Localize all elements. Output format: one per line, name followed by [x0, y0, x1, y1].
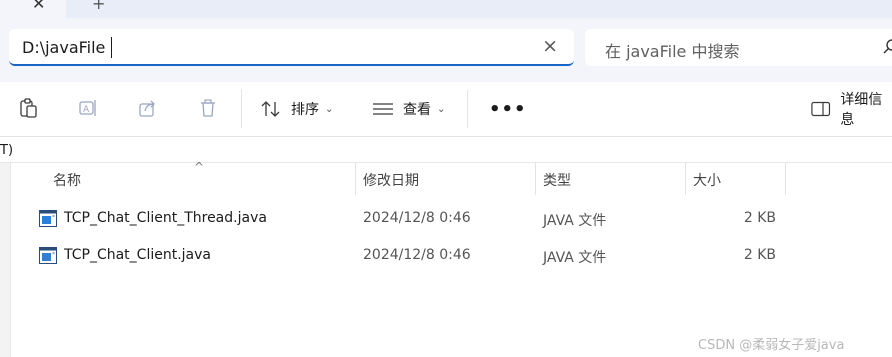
file-name: TCP_Chat_Client.java — [64, 247, 211, 263]
details-pane-button[interactable]: 详细信息 — [811, 92, 892, 128]
address-row: D:\javaFile × 在 javaFile 中搜索 — [0, 18, 892, 82]
column-header-size[interactable]: 大小 — [693, 170, 721, 190]
nav-pane-fragment: T) — [0, 143, 14, 158]
toolbar-separator — [241, 90, 242, 128]
watermark: CSDN @柔弱女子爱java — [698, 338, 845, 353]
view-label: 查看 — [403, 102, 431, 118]
text-caret — [111, 37, 112, 58]
view-icon — [373, 103, 393, 115]
details-label: 详细信息 — [840, 92, 883, 128]
search-icon[interactable] — [883, 38, 892, 56]
tab-strip: ✕ + — [0, 0, 892, 18]
list-item[interactable]: TCP_Chat_Client_Thread.java 2024/12/8 0:… — [30, 203, 790, 235]
file-type: JAVA 文件 — [543, 250, 607, 266]
sort-label: 排序 — [291, 102, 319, 118]
file-modified: 2024/12/8 0:46 — [363, 247, 471, 263]
column-divider[interactable] — [535, 163, 536, 195]
toolbar-separator — [467, 90, 468, 128]
more-options-icon[interactable]: ••• — [489, 99, 527, 120]
tab-close-icon[interactable]: ✕ — [32, 0, 45, 13]
nav-pane-edge[interactable] — [0, 163, 11, 357]
sort-button[interactable]: 排序 ⌄ — [260, 96, 333, 122]
column-header-name[interactable]: 名称 — [53, 170, 81, 190]
address-path[interactable]: D:\javaFile — [22, 38, 105, 57]
clear-icon[interactable]: × — [542, 35, 558, 57]
share-icon[interactable] — [138, 98, 158, 118]
active-tab[interactable]: ✕ — [0, 0, 66, 18]
java-file-icon — [39, 210, 57, 227]
column-header-type[interactable]: 类型 — [543, 170, 571, 190]
search-placeholder: 在 javaFile 中搜索 — [605, 42, 740, 61]
command-bar: A 排序 ⌄ 查看 ⌄ ••• 详细信息 — [0, 82, 892, 137]
java-file-icon — [39, 247, 57, 264]
file-size: 2 KB — [743, 247, 776, 263]
column-divider[interactable] — [685, 163, 686, 195]
new-tab-icon[interactable]: + — [92, 0, 105, 13]
details-pane-icon — [811, 101, 831, 117]
file-type: JAVA 文件 — [543, 213, 607, 229]
list-item[interactable]: TCP_Chat_Client.java 2024/12/8 0:46 JAVA… — [30, 240, 790, 272]
rename-icon[interactable]: A — [78, 98, 98, 118]
chevron-down-icon: ⌄ — [325, 103, 334, 115]
view-button[interactable]: 查看 ⌄ — [372, 96, 445, 122]
file-modified: 2024/12/8 0:46 — [363, 210, 471, 226]
column-divider[interactable] — [785, 163, 786, 195]
file-name: TCP_Chat_Client_Thread.java — [64, 210, 267, 226]
chevron-down-icon: ⌄ — [437, 103, 446, 115]
delete-icon[interactable] — [198, 98, 218, 118]
sort-icon — [261, 101, 280, 117]
sort-ascending-icon: ^ — [194, 160, 205, 174]
address-bar[interactable]: D:\javaFile × — [9, 29, 574, 66]
file-size: 2 KB — [743, 210, 776, 226]
divider — [0, 162, 892, 163]
search-input[interactable]: 在 javaFile 中搜索 — [585, 29, 892, 66]
column-header-modified[interactable]: 修改日期 — [363, 170, 419, 190]
paste-icon[interactable] — [18, 98, 38, 118]
svg-text:A: A — [83, 105, 90, 115]
column-divider[interactable] — [355, 163, 356, 195]
